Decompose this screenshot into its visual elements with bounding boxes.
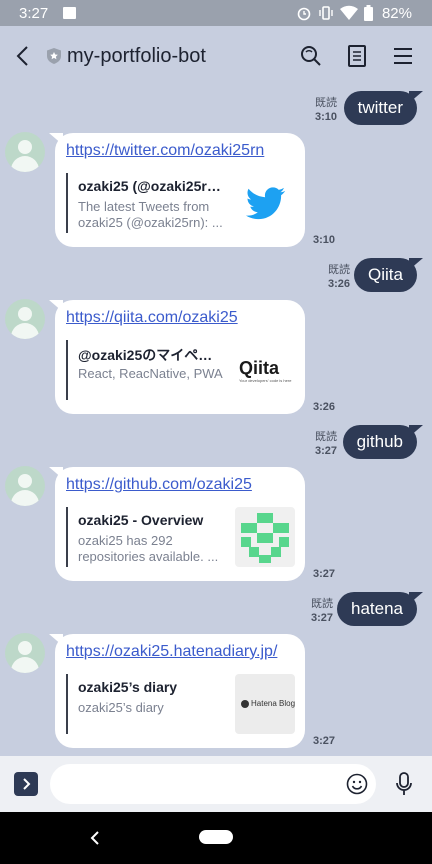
system-back-icon[interactable] bbox=[88, 830, 102, 846]
bot-avatar[interactable] bbox=[5, 299, 45, 339]
preview-title: ozaki25 (@ozaki25rn) / Twitter bbox=[78, 178, 224, 194]
vibrate-icon bbox=[319, 6, 333, 20]
link-card-bubble[interactable]: https://github.com/ozaki25 ozaki25 - Ove… bbox=[49, 467, 305, 581]
wifi-icon bbox=[340, 5, 358, 21]
battery-icon bbox=[364, 5, 373, 21]
qiita-tagline: Your developers' code is here bbox=[239, 378, 292, 383]
github-identicon-thumbnail bbox=[235, 507, 295, 567]
hatena-blog-thumbnail: Hatena Blog bbox=[235, 674, 295, 734]
link-card-bubble[interactable]: https://qiita.com/ozaki25 @ozaki25のマイページ… bbox=[49, 300, 305, 414]
bot-avatar[interactable] bbox=[5, 466, 45, 506]
chat-title: my-portfolio-bot bbox=[67, 45, 206, 67]
bot-avatar[interactable] bbox=[5, 633, 45, 673]
hatena-blog-label: Hatena Blog bbox=[251, 699, 295, 708]
message-time: 3:26 bbox=[327, 278, 350, 290]
official-account-shield-icon bbox=[47, 48, 61, 64]
sent-message-bubble: github bbox=[342, 425, 424, 459]
message-time: 3:27 bbox=[313, 568, 336, 580]
link-preview[interactable]: ozaki25 - Overview ozaki25 has 292 repos… bbox=[66, 507, 296, 567]
emoji-icon[interactable] bbox=[346, 773, 368, 795]
menu-icon[interactable] bbox=[390, 43, 416, 69]
preview-title: ozaki25 - Overview bbox=[78, 512, 204, 528]
message-link[interactable]: https://ozaki25.hatenadiary.jp/ bbox=[66, 643, 277, 661]
read-receipt: 既読 bbox=[315, 431, 337, 443]
bot-avatar[interactable] bbox=[5, 132, 45, 172]
message-link[interactable]: https://qiita.com/ozaki25 bbox=[66, 309, 238, 327]
hatena-logo-icon bbox=[241, 700, 249, 708]
alarm-icon bbox=[297, 7, 311, 21]
qiita-logo: Qiita bbox=[239, 358, 280, 378]
status-time: 3:27 bbox=[19, 5, 49, 22]
message-time: 3:10 bbox=[314, 111, 337, 123]
preview-title: @ozaki25のマイページ - Qiita bbox=[78, 347, 224, 363]
link-preview[interactable]: @ozaki25のマイページ - Qiita React, ReacNative… bbox=[66, 340, 296, 400]
preview-description: The latest Tweets from ozaki25 (@ozaki25… bbox=[78, 199, 223, 230]
message-time: 3:10 bbox=[313, 234, 336, 246]
message-time: 3:27 bbox=[310, 612, 333, 624]
qiita-thumbnail: Qiita Your developers' code is here bbox=[235, 340, 295, 400]
twitter-bird-icon bbox=[245, 187, 286, 220]
expand-menu-button[interactable] bbox=[14, 772, 38, 796]
system-home-pill[interactable] bbox=[199, 830, 233, 844]
read-receipt: 既読 bbox=[311, 598, 333, 610]
status-icons bbox=[296, 4, 373, 22]
image-notification-icon bbox=[63, 7, 76, 19]
message-time: 3:27 bbox=[314, 445, 337, 457]
message-time: 3:26 bbox=[313, 401, 336, 413]
back-arrow-icon[interactable] bbox=[12, 44, 34, 68]
link-card-bubble[interactable]: https://twitter.com/ozaki25rn ozaki25 (@… bbox=[49, 133, 305, 247]
message-input-bar bbox=[0, 756, 432, 812]
sent-message-bubble: twitter bbox=[343, 91, 424, 125]
link-preview[interactable]: ozaki25’s diary ozaki25’s diary Hatena B… bbox=[66, 674, 296, 734]
chat-header: my-portfolio-bot bbox=[0, 26, 432, 88]
message-link[interactable]: https://twitter.com/ozaki25rn bbox=[66, 142, 264, 160]
sent-message-bubble: Qiita bbox=[354, 258, 423, 292]
preview-description: ozaki25 has 292 repositories available. … bbox=[78, 533, 219, 564]
search-icon[interactable] bbox=[298, 43, 324, 69]
message-input[interactable] bbox=[50, 764, 376, 804]
system-navigation-bar bbox=[0, 812, 432, 864]
link-card-bubble[interactable]: https://ozaki25.hatenadiary.jp/ ozaki25’… bbox=[49, 634, 305, 748]
preview-description: React, ReacNative, PWA bbox=[78, 366, 223, 381]
read-receipt: 既読 bbox=[328, 264, 350, 276]
link-preview[interactable]: ozaki25 (@ozaki25rn) / Twitter The lates… bbox=[66, 173, 296, 233]
status-bar: 3:27 82% bbox=[0, 0, 432, 26]
battery-percent: 82% bbox=[381, 5, 412, 22]
chevron-right-icon bbox=[23, 778, 31, 790]
twitter-thumbnail bbox=[235, 173, 295, 233]
preview-title: ozaki25’s diary bbox=[78, 679, 178, 695]
preview-description: ozaki25’s diary bbox=[78, 700, 164, 715]
sent-message-bubble: hatena bbox=[337, 592, 423, 626]
message-time: 3:27 bbox=[313, 735, 336, 747]
read-receipt: 既読 bbox=[315, 97, 337, 109]
identicon-icon bbox=[241, 513, 289, 563]
microphone-icon[interactable] bbox=[394, 771, 414, 797]
notes-icon[interactable] bbox=[344, 43, 370, 69]
message-link[interactable]: https://github.com/ozaki25 bbox=[66, 476, 252, 494]
